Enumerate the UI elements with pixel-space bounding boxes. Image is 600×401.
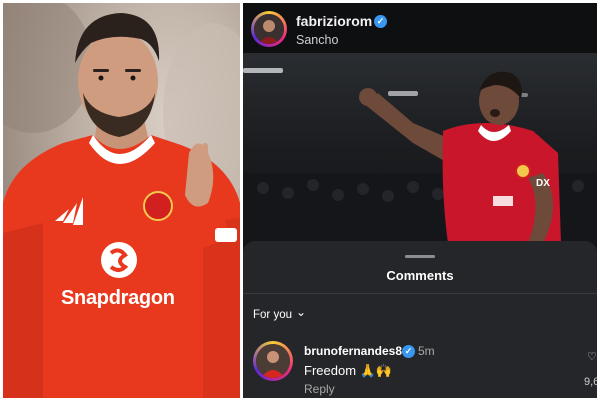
sheet-drag-handle[interactable] xyxy=(405,255,435,258)
post-author-username[interactable]: fabriziorom xyxy=(296,13,372,29)
reply-button[interactable]: Reply xyxy=(304,382,335,396)
player-photo: Snapdragon xyxy=(3,3,240,398)
verified-badge-icon: ✓ xyxy=(402,345,415,358)
shirt-sponsor-text: Snapdragon xyxy=(61,287,175,309)
instagram-post-panel: fabriziorom ✓ Sancho DX Comments For you… xyxy=(243,3,597,398)
comments-divider xyxy=(243,293,597,294)
heart-icon[interactable]: ♡ xyxy=(587,350,597,363)
post-subtitle[interactable]: Sancho xyxy=(296,33,338,47)
verified-badge-icon: ✓ xyxy=(374,15,387,28)
comment-text: Freedom 🙏🙌 xyxy=(304,363,393,378)
player-illustration xyxy=(3,3,240,398)
svg-text:DX: DX xyxy=(536,178,550,189)
comment-timestamp: 5m xyxy=(418,344,435,358)
post-photo-illustration: DX xyxy=(243,53,597,253)
comments-title: Comments xyxy=(386,268,454,283)
commenter-avatar-image xyxy=(256,344,290,378)
post-image[interactable]: DX xyxy=(243,53,597,253)
post-header: fabriziorom ✓ Sancho xyxy=(243,3,597,53)
chevron-down-icon[interactable]: ⌄ xyxy=(296,305,306,319)
comments-sheet: Comments For you ⌄ brunofernandes8 ✓ 5m … xyxy=(243,241,597,398)
author-avatar-image xyxy=(254,14,284,44)
comment-author-username[interactable]: brunofernandes8 xyxy=(304,344,402,358)
comments-filter-label[interactable]: For you xyxy=(253,309,292,321)
comment-like-count: 9,6 xyxy=(584,376,597,388)
author-avatar[interactable] xyxy=(251,11,287,47)
commenter-avatar[interactable] xyxy=(253,341,293,381)
